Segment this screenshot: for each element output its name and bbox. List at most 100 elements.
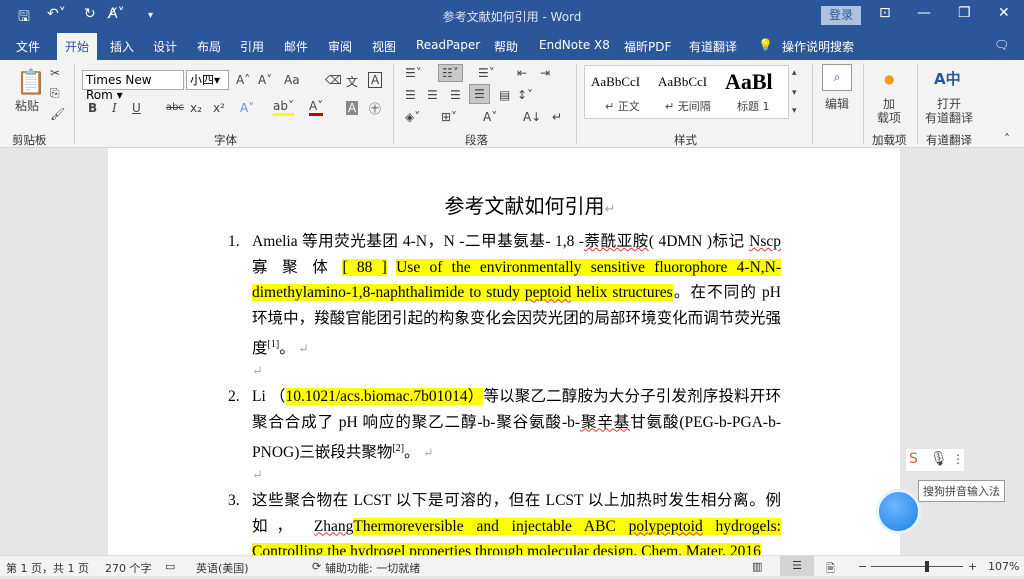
tab-insert[interactable]: 插入 bbox=[110, 38, 134, 55]
list-number: 2. bbox=[228, 388, 240, 405]
style-no-spacing[interactable]: ↵ 无间隔 bbox=[665, 100, 711, 114]
restore-button[interactable]: ❐ bbox=[958, 5, 971, 21]
borders-icon[interactable]: ⊞˅ bbox=[441, 110, 457, 124]
enclose-char-icon[interactable]: ㊉ bbox=[369, 100, 381, 117]
zoom-level[interactable]: 107% bbox=[988, 560, 1019, 573]
align-center-icon[interactable]: ☰ bbox=[427, 88, 438, 102]
paste-button[interactable]: 粘贴 bbox=[15, 97, 39, 114]
minimize-button[interactable]: — bbox=[917, 5, 931, 21]
underline-button[interactable]: U bbox=[132, 101, 141, 115]
phonetic-guide-icon[interactable]: 文 bbox=[346, 73, 358, 90]
asian-layout-icon[interactable]: A˅ bbox=[483, 110, 497, 124]
shading-icon[interactable]: ◈˅ bbox=[405, 110, 420, 124]
show-marks-icon[interactable]: ↵ bbox=[552, 110, 562, 124]
zoom-out-button[interactable]: − bbox=[858, 560, 867, 573]
style-preview-normal[interactable]: AaBbCcI bbox=[591, 74, 640, 90]
italic-button[interactable]: I bbox=[112, 101, 117, 115]
styles-more[interactable]: ▾ bbox=[792, 106, 797, 116]
clear-format-icon[interactable]: ⌫ bbox=[325, 73, 342, 87]
collapse-ribbon-icon[interactable]: ˄ bbox=[1004, 132, 1010, 146]
zoom-slider-thumb[interactable] bbox=[924, 561, 929, 572]
tab-file[interactable]: 文件 bbox=[16, 38, 40, 55]
addins-button[interactable]: 加 载项 bbox=[877, 97, 901, 125]
align-right-icon[interactable]: ☰ bbox=[450, 88, 461, 102]
language[interactable]: 英语(美国) bbox=[196, 560, 249, 576]
decrease-indent-icon[interactable]: ⇤ bbox=[517, 66, 527, 80]
print-layout-icon[interactable]: ☰ bbox=[780, 556, 814, 576]
font-size-select[interactable]: 小四▾ bbox=[186, 70, 229, 90]
tab-design[interactable]: 设计 bbox=[153, 38, 177, 55]
highlighted-text: peptoid bbox=[524, 284, 572, 302]
numbering-icon[interactable]: ☷˅ bbox=[438, 64, 463, 82]
style-preview-no-spacing[interactable]: AaBbCcI bbox=[658, 74, 707, 90]
change-case-button[interactable]: Aa bbox=[284, 73, 300, 87]
style-preview-heading1[interactable]: AaBl bbox=[725, 70, 773, 94]
comments-icon[interactable]: 🗨 bbox=[994, 38, 1009, 52]
macro-icon[interactable]: ▭ bbox=[165, 560, 175, 573]
paragraph-mark: ↵ bbox=[294, 340, 309, 356]
styles-scroll-up[interactable]: ▴ bbox=[792, 68, 797, 78]
tab-foxit[interactable]: 福昕PDF bbox=[624, 38, 671, 55]
zoom-in-button[interactable]: + bbox=[968, 560, 977, 573]
font-color-icon[interactable]: A˅ bbox=[309, 99, 324, 116]
microphone-icon[interactable]: 🎙 bbox=[930, 451, 948, 467]
ime-tooltip: 搜狗拼音输入法 bbox=[918, 480, 1005, 502]
tab-readpaper[interactable]: ReadPaper bbox=[416, 38, 480, 52]
line-spacing-icon[interactable]: ↕˅ bbox=[517, 88, 533, 102]
editing-button[interactable]: 编辑 bbox=[825, 95, 849, 112]
tab-youdao[interactable]: 有道翻译 bbox=[689, 38, 737, 55]
ribbon-display-icon[interactable]: ⊡ bbox=[879, 5, 891, 21]
grow-font-button[interactable]: A˄ bbox=[236, 73, 250, 87]
paste-icon[interactable]: 📋 bbox=[16, 68, 46, 96]
highlight-color-icon[interactable]: ab˅ bbox=[273, 99, 294, 116]
floating-assistant-button[interactable] bbox=[876, 489, 921, 534]
zoom-slider[interactable] bbox=[871, 566, 963, 567]
increase-indent-icon[interactable]: ⇥ bbox=[540, 66, 550, 80]
read-mode-icon[interactable]: ▥ bbox=[752, 560, 762, 573]
justify-icon[interactable]: ☰ bbox=[469, 84, 490, 104]
login-button[interactable]: 登录 bbox=[821, 6, 861, 25]
page-count[interactable]: 第 1 页，共 1 页 bbox=[6, 560, 89, 576]
style-normal[interactable]: ↵ 正文 bbox=[605, 100, 640, 114]
tab-home[interactable]: 开始 bbox=[57, 33, 98, 60]
tab-review[interactable]: 审阅 bbox=[328, 38, 352, 55]
cut-icon[interactable]: ✂ bbox=[50, 66, 60, 80]
style-heading1[interactable]: 标题 1 bbox=[737, 100, 770, 114]
ime-toolbar[interactable]: S 🎙 ⋮ bbox=[906, 449, 964, 471]
accessibility-status[interactable]: 辅助功能: 一切就绪 bbox=[325, 560, 420, 576]
close-button[interactable]: ✕ bbox=[998, 5, 1010, 21]
sort-icon[interactable]: A↓ bbox=[523, 110, 541, 124]
shrink-font-button[interactable]: A˅ bbox=[258, 73, 272, 87]
tab-view[interactable]: 视图 bbox=[372, 38, 396, 55]
tab-endnote[interactable]: EndNote X8 bbox=[539, 38, 610, 52]
web-layout-icon[interactable]: 🗎 bbox=[826, 560, 835, 579]
bold-button[interactable]: B bbox=[88, 101, 97, 115]
find-icon[interactable]: ⌕ bbox=[822, 64, 852, 91]
styles-scroll-down[interactable]: ▾ bbox=[792, 88, 797, 98]
bullets-icon[interactable]: ☰˅ bbox=[405, 66, 422, 80]
ime-menu-icon[interactable]: ⋮ bbox=[952, 452, 964, 466]
tab-layout[interactable]: 布局 bbox=[197, 38, 221, 55]
align-left-icon[interactable]: ☰ bbox=[405, 88, 416, 102]
open-youdao-button[interactable]: 打开 有道翻译 bbox=[925, 97, 973, 125]
word-count[interactable]: 270 个字 bbox=[105, 560, 152, 576]
tab-help[interactable]: 帮助 bbox=[494, 38, 518, 55]
strikethrough-button[interactable]: abc bbox=[166, 102, 184, 113]
format-painter-icon[interactable]: 🖌 bbox=[50, 107, 65, 121]
superscript-button[interactable]: x² bbox=[213, 101, 225, 115]
document-page[interactable]: 参考文献如何引用↵ 1. Amelia 等用荧光基团 4-N，N -二甲基氨基- … bbox=[108, 148, 900, 561]
copy-icon[interactable]: ⎘ bbox=[50, 86, 60, 101]
multilevel-list-icon[interactable]: ☰˅ bbox=[478, 66, 495, 80]
tab-references[interactable]: 引用 bbox=[240, 38, 264, 55]
sogou-icon[interactable]: S bbox=[909, 451, 918, 467]
highlighted-text: polypeptoid bbox=[628, 517, 703, 535]
char-shading-icon[interactable]: A bbox=[346, 101, 359, 115]
citation-mark: [1] bbox=[267, 338, 280, 350]
char-border-icon[interactable]: A bbox=[368, 72, 383, 88]
font-name-select[interactable]: Times New Rom ▾ bbox=[82, 70, 184, 102]
tab-mailings[interactable]: 邮件 bbox=[284, 38, 308, 55]
tell-me-search[interactable]: 操作说明搜索 bbox=[782, 38, 854, 55]
text-effects-icon[interactable]: A˅ bbox=[240, 101, 254, 115]
subscript-button[interactable]: x₂ bbox=[190, 101, 202, 115]
distributed-icon[interactable]: ▤ bbox=[499, 88, 510, 102]
